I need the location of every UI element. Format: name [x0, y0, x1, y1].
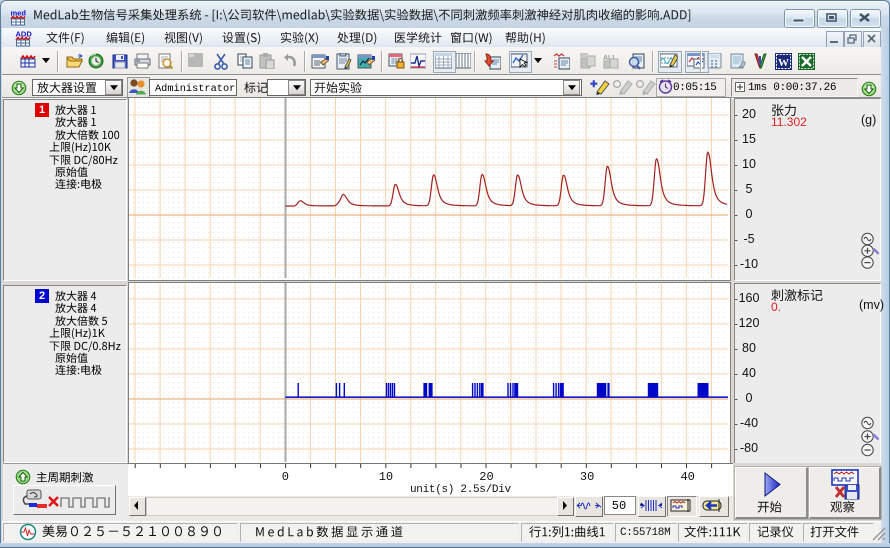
svg-text:✚: ✚ — [590, 79, 598, 89]
svg-text:W: W — [778, 57, 789, 69]
